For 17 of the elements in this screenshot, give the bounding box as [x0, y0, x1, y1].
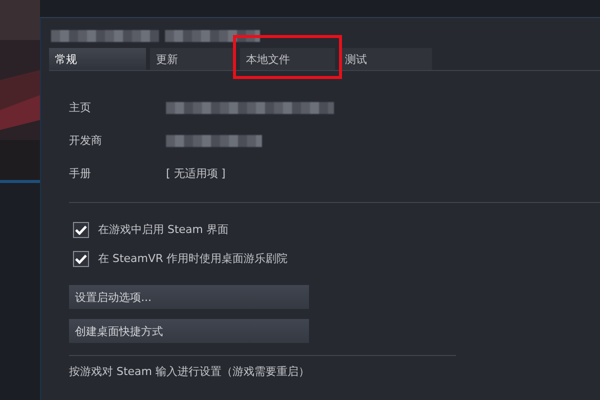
action-button[interactable]: 创建桌面快捷方式	[69, 319, 309, 343]
checkmark-icon	[75, 224, 87, 234]
action-button[interactable]: 设置启动选项...	[69, 285, 309, 309]
checkbox-label: 在 SteamVR 作用时使用桌面游乐剧院	[98, 251, 288, 266]
section-heading: 按游戏对 Steam 输入进行设置（游戏需要重启）	[69, 364, 311, 379]
checkbox-label: 在游戏中启用 Steam 界面	[98, 222, 229, 237]
tab[interactable]: 常规	[49, 48, 146, 70]
tab[interactable]: 测试	[339, 48, 432, 70]
checkbox[interactable]	[73, 222, 89, 238]
tab[interactable]: 本地文件	[240, 48, 335, 70]
field-label: 手册	[69, 166, 92, 181]
field-label: 开发商	[69, 133, 103, 148]
checkbox[interactable]	[73, 250, 89, 266]
field-value: [ 无适用项 ]	[166, 166, 226, 181]
tab[interactable]: 更新	[150, 48, 236, 70]
checkmark-icon	[75, 254, 87, 264]
field-label: 主页	[69, 100, 92, 115]
